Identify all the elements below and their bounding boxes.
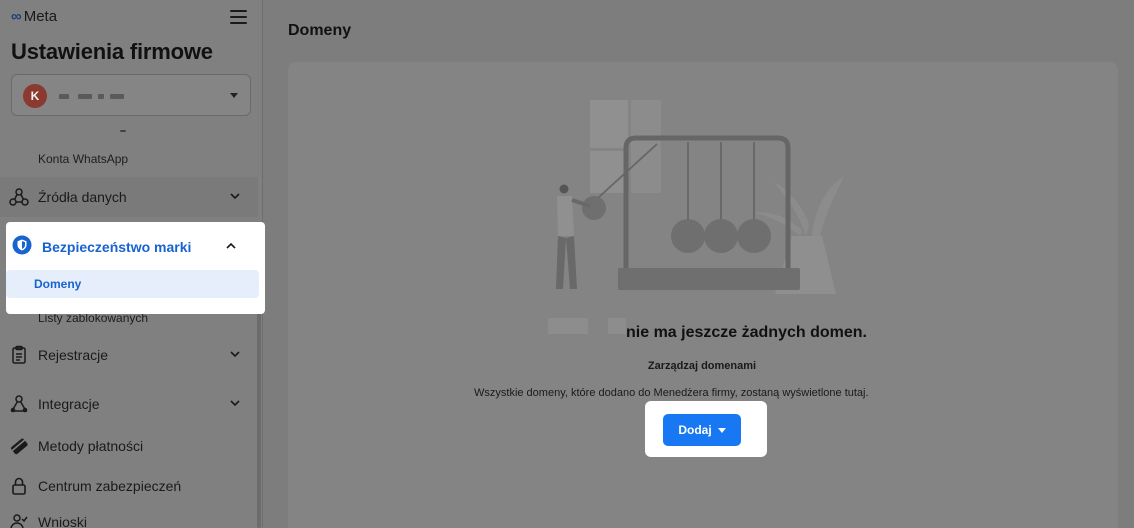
meta-infinity-icon: ∞: [11, 8, 22, 25]
shield-icon: [12, 235, 32, 258]
sidebar-item-label: Źródła danych: [38, 189, 127, 205]
lock-icon: [9, 476, 29, 496]
sidebar-item-label: Integracje: [38, 396, 100, 412]
business-account-selector[interactable]: K: [11, 74, 251, 116]
sidebar-item-whatsapp-accounts[interactable]: Konta WhatsApp: [38, 152, 128, 166]
add-button-label: Dodaj: [678, 423, 712, 437]
person-check-icon: [9, 512, 29, 528]
sidebar-item-security-center[interactable]: Centrum zabezpieczeń: [0, 466, 258, 506]
credit-card-icon: [9, 436, 29, 456]
sidebar-item-payment-methods[interactable]: Metody płatności: [0, 426, 258, 466]
main-title: Domeny: [288, 22, 352, 39]
newtons-cradle-illustration: [556, 100, 844, 294]
chevron-down-icon: [230, 351, 240, 358]
sidebar-item-requests[interactable]: Wnioski: [0, 502, 258, 528]
add-button-highlight: Dodaj: [645, 401, 767, 457]
menu-icon[interactable]: [230, 10, 247, 24]
sidebar-group-brand-safety: Bezpieczeństwo marki Domeny: [6, 222, 265, 314]
chevron-up-icon[interactable]: [226, 242, 236, 250]
sidebar-item-label: Bezpieczeństwo marki: [42, 238, 192, 255]
sidebar-item-label: Centrum zabezpieczeń: [38, 478, 182, 494]
scrollbar[interactable]: [257, 310, 261, 528]
scroll-indicator: [120, 130, 126, 132]
chevron-down-icon: [230, 400, 240, 407]
sidebar-item-data-sources[interactable]: Źródła danych: [0, 177, 258, 217]
redacted-text: [548, 318, 588, 334]
redacted-name: [98, 94, 104, 99]
caret-down-icon: [717, 427, 726, 433]
avatar: K: [23, 84, 47, 108]
empty-state-description: Wszystkie domeny, które dodano do Menedż…: [474, 387, 869, 399]
add-domain-button[interactable]: Dodaj: [663, 414, 741, 446]
redacted-name: [59, 94, 69, 99]
redacted-name: [110, 94, 124, 99]
page-heading: Ustawienia firmowe: [11, 39, 213, 64]
sidebar-item-domains[interactable]: Domeny: [6, 270, 259, 298]
redacted-text: [608, 318, 626, 334]
chevron-down-icon: [230, 193, 240, 200]
sidebar-item-label: Wnioski: [38, 514, 88, 528]
sidebar-item-brand-safety[interactable]: Bezpieczeństwo marki: [12, 235, 191, 258]
data-sources-icon: [9, 187, 29, 207]
empty-state-heading: nie ma jeszcze żadnych domen.: [626, 324, 867, 341]
meta-logo: ∞ Meta: [11, 8, 57, 25]
chevron-down-icon: [230, 93, 238, 98]
integrations-icon: [9, 394, 29, 414]
redacted-name: [78, 94, 92, 99]
sidebar-item-label: Metody płatności: [38, 438, 144, 454]
sidebar-item-integrations[interactable]: Integracje: [0, 384, 258, 424]
empty-state-subheading: Zarządzaj domenami: [647, 360, 757, 372]
meta-logo-text: Meta: [23, 8, 58, 25]
